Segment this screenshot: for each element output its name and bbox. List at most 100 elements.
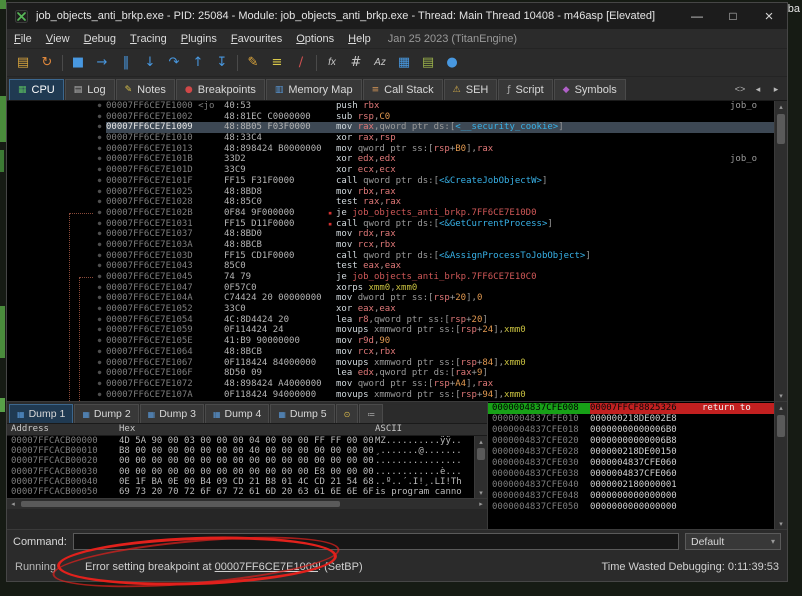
dump-tab-dump-3[interactable]: ▦Dump 3 (140, 404, 204, 423)
breakpoint-dot[interactable]: ● (93, 347, 106, 358)
breakpoint-dot[interactable]: ● (93, 336, 106, 347)
breakpoint-dot[interactable]: ● (93, 133, 106, 144)
disasm-row[interactable]: ●00007FF6CE7E104AC74424 20 00000000mov d… (7, 293, 774, 304)
disasm-row[interactable]: ●00007FF6CE7E105233C0xor eax,eax (7, 304, 774, 315)
menu-item-plugins[interactable]: Plugins (174, 29, 224, 48)
scroll-up-icon[interactable]: ▴ (775, 101, 787, 112)
breakpoint-dot[interactable]: ● (93, 293, 106, 304)
tab-memory-map[interactable]: ▥Memory Map (266, 79, 362, 100)
dump-row[interactable]: 00007FFCACB000400E 1F BA 0E 00 B4 09 CD … (7, 477, 474, 487)
highlight-fx-icon[interactable]: fx (320, 52, 344, 74)
disasm-row[interactable]: ●00007FF6CE7E101FFF15 F31F0000call qword… (7, 176, 774, 187)
disasm-row[interactable]: ●00007FF6CE7E1031FF15 D11F0000▪call qwor… (7, 219, 774, 230)
hash-icon[interactable]: # (344, 52, 368, 74)
dump-tab-dump-1[interactable]: ▦Dump 1 (9, 404, 73, 423)
database-icon[interactable]: ▦ (392, 52, 416, 74)
step-into-icon[interactable]: ↓ (138, 52, 162, 74)
tab-call-stack[interactable]: ≡Call Stack (363, 79, 443, 100)
tab-symbols[interactable]: ◆Symbols (554, 79, 626, 100)
scroll-thumb[interactable] (21, 501, 340, 507)
source-tab-icon[interactable]: <> (731, 80, 749, 98)
breakpoint-dot[interactable]: ● (93, 197, 106, 208)
disasm-row[interactable]: ●00007FF6CE7E105E41:B9 90000000mov r9d,9… (7, 336, 774, 347)
pause-icon[interactable]: ‖ (114, 52, 138, 74)
struct-tab[interactable]: ≔ (359, 404, 383, 423)
scroll-track[interactable] (19, 499, 475, 509)
disasm-row[interactable]: ●00007FF6CE7E10670F118424 84000000movups… (7, 358, 774, 369)
dump-tab-dump-5[interactable]: ▦Dump 5 (270, 404, 334, 423)
tab-scroll-right-icon[interactable]: ▸ (767, 80, 785, 98)
stack-row[interactable]: 0000004837CFE028000000218DE00150 (488, 447, 774, 458)
scroll-thumb[interactable] (477, 448, 485, 460)
menu-item-options[interactable]: Options (289, 29, 341, 48)
stack-scrollbar[interactable]: ▴ ▾ (774, 402, 787, 529)
scroll-down-icon[interactable]: ▾ (775, 518, 787, 529)
scroll-down-icon[interactable]: ▾ (475, 487, 487, 498)
title-bar[interactable]: job_objects_anti_brkp.exe - PID: 25084 -… (7, 3, 787, 29)
stack-row[interactable]: 0000004837CFE0500000000000000000 (488, 502, 774, 513)
breakpoint-dot[interactable]: ● (93, 219, 106, 230)
stack-row[interactable]: 0000004837CFE02000000000000006B8 (488, 436, 774, 447)
step-over-icon[interactable]: ↷ (162, 52, 186, 74)
disasm-row[interactable]: ●00007FF6CE7E101B33D2xor edx,edxjob_o (7, 154, 774, 165)
error-address-link[interactable]: 00007FF6CE7E1009 (215, 561, 318, 573)
scroll-track[interactable] (475, 447, 487, 487)
tab-scroll-left-icon[interactable]: ◂ (749, 80, 767, 98)
breakpoint-dot[interactable]: ● (93, 112, 106, 123)
disasm-row[interactable]: ●00007FF6CE7E102848:85C0test rax,rax (7, 197, 774, 208)
scroll-down-icon[interactable]: ▾ (775, 390, 787, 401)
execute-till-return-icon[interactable]: ↧ (210, 52, 234, 74)
breakpoint-dot[interactable]: ● (93, 272, 106, 283)
dump-row[interactable]: 00007FFCACB0002000 00 00 00 00 00 00 00 … (7, 456, 474, 466)
stack-view[interactable]: 0000004837CFE00800007FFCF8825326return t… (488, 402, 774, 529)
compare-icon[interactable]: ≡ (265, 52, 289, 74)
dump-row[interactable]: 00007FFCACB0003000 00 00 00 00 00 00 00 … (7, 467, 474, 477)
dump-row[interactable]: 00007FFCACB00010B8 00 00 00 00 00 00 00 … (7, 446, 474, 456)
breakpoint-dot[interactable]: ● (93, 379, 106, 390)
disasm-scrollbar[interactable]: ▴ ▾ (774, 101, 787, 401)
scroll-track[interactable] (775, 112, 787, 390)
stack-row[interactable]: 0000004837CFE01800000000000006B0 (488, 425, 774, 436)
breakpoint-dot[interactable]: ● (93, 304, 106, 315)
dump-hscrollbar[interactable]: ◂ ▸ (7, 498, 487, 509)
watch-tab[interactable]: ⊙ (336, 404, 359, 423)
breakpoint-dot[interactable]: ● (93, 358, 106, 369)
stack-row[interactable]: 0000004837CFE00800007FFCF8825326return t… (488, 403, 774, 414)
breakpoint-dot[interactable]: ● (93, 154, 106, 165)
tab-cpu[interactable]: ▦CPU (9, 79, 64, 100)
breakpoint-dot[interactable]: ● (93, 122, 106, 133)
scroll-up-icon[interactable]: ▴ (775, 402, 787, 413)
dump-header-hex[interactable]: Hex (119, 424, 375, 435)
stop-icon[interactable]: ■ (66, 52, 90, 74)
stack-row[interactable]: 0000004837CFE010000000218DE002E8 (488, 414, 774, 425)
step-out-icon[interactable]: ↑ (186, 52, 210, 74)
command-input[interactable] (73, 533, 679, 550)
disasm-row[interactable]: ●00007FF6CE7E104574 79je job_objects_ant… (7, 272, 774, 283)
disasm-row[interactable]: ●00007FF6CE7E103DFF15 CD1F0000call qword… (7, 251, 774, 262)
disasm-row[interactable]: ●00007FF6CE7E102B0F84 9F000000▪je job_ob… (7, 208, 774, 219)
open-file-icon[interactable]: ▤ (11, 52, 35, 74)
menu-item-favourites[interactable]: Favourites (224, 29, 289, 48)
scroll-track[interactable] (775, 413, 787, 518)
report-icon[interactable]: ▤ (416, 52, 440, 74)
minimize-button[interactable]: — (679, 3, 715, 29)
menu-item-help[interactable]: Help (341, 29, 378, 48)
dump-tab-dump-4[interactable]: ▦Dump 4 (205, 404, 269, 423)
breakpoint-dot[interactable]: ● (93, 368, 106, 379)
run-icon[interactable]: → (90, 52, 114, 74)
disasm-row[interactable]: ●00007FF6CE7E10544C:8D4424 20lea r8,qwor… (7, 315, 774, 326)
menu-item-file[interactable]: File (7, 29, 39, 48)
disasm-row[interactable]: ●00007FF6CE7E101348:898424 B0000000mov q… (7, 144, 774, 155)
breakpoint-dot[interactable]: ● (93, 208, 106, 219)
dump-row[interactable]: 00007FFCACB000004D 5A 90 00 03 00 00 00 … (7, 436, 474, 446)
breakpoint-dot[interactable]: ● (93, 251, 106, 262)
breakpoint-dot[interactable]: ● (93, 144, 106, 155)
disasm-row[interactable]: ●00007FF6CE7E101048:33C4xor rax,rsp (7, 133, 774, 144)
menu-item-view[interactable]: View (39, 29, 77, 48)
command-profile-dropdown[interactable]: Default ▾ (685, 533, 781, 550)
disasm-row[interactable]: ●00007FF6CE7E101D33C9xor ecx,ecx (7, 165, 774, 176)
tab-breakpoints[interactable]: ●Breakpoints (176, 79, 265, 100)
menu-item-debug[interactable]: Debug (77, 29, 123, 48)
disasm-row[interactable]: ●00007FF6CE7E106F8D50 09lea edx,qword pt… (7, 368, 774, 379)
disasm-row[interactable]: ●00007FF6CE7E104385C0test eax,eax (7, 261, 774, 272)
